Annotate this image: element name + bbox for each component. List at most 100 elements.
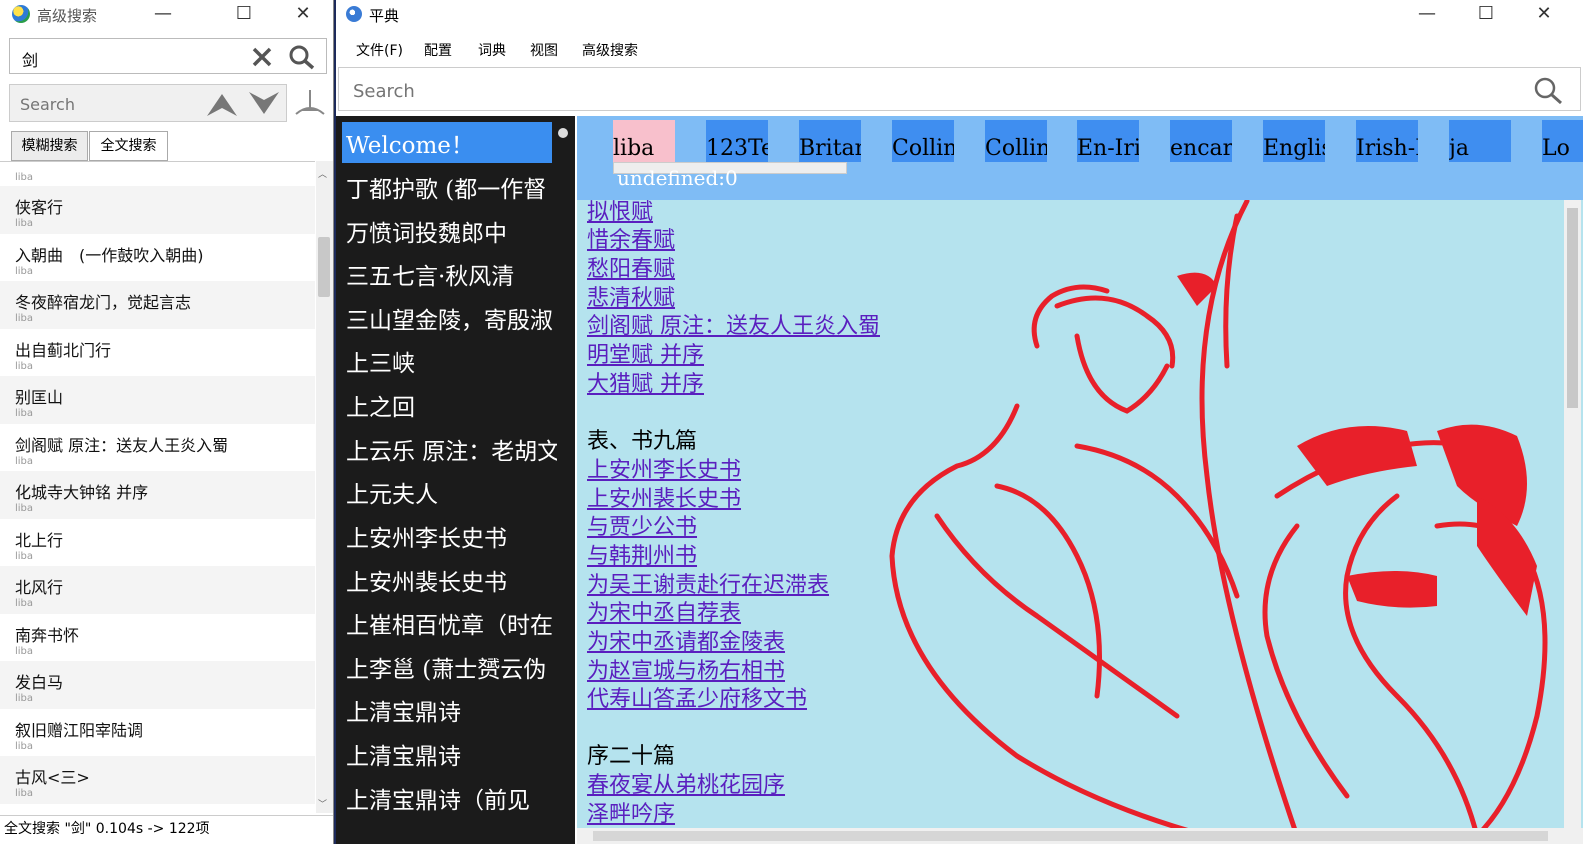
scrollbar-thumb[interactable]	[1567, 208, 1578, 408]
list-item[interactable]: 入朝曲 (一作鼓吹入朝曲) liba	[0, 234, 315, 282]
word-item[interactable]: 上三峡	[346, 344, 415, 378]
dict-tab[interactable]: Collin	[985, 120, 1047, 162]
keyword-search-box[interactable]: 剑	[9, 38, 327, 74]
main-search-input[interactable]	[351, 78, 1455, 104]
dict-tab[interactable]: Lo	[1542, 120, 1583, 162]
dict-tab[interactable]: Collin	[892, 120, 954, 162]
close-icon[interactable]: ✕	[280, 0, 326, 30]
maximize-icon[interactable]: ☐	[1463, 0, 1509, 30]
content-link[interactable]: 惜余春赋	[587, 222, 675, 254]
dict-tab[interactable]: ja	[1449, 120, 1511, 162]
word-item[interactable]: 上元夫人	[346, 475, 438, 509]
word-item[interactable]: 上之回	[346, 388, 415, 422]
list-item[interactable]: 冬夜醉宿龙门，觉起言志 liba	[0, 281, 315, 329]
content-link[interactable]: 剑阁赋 原注：送友人王炎入蜀	[587, 308, 880, 340]
word-item[interactable]: 上安州李长史书	[346, 519, 507, 553]
menu-config[interactable]: 配置	[424, 40, 452, 60]
app-globe-icon	[346, 6, 362, 22]
content-horizontal-scrollbar[interactable]	[577, 828, 1583, 844]
dict-tab[interactable]: Irish-E	[1356, 120, 1418, 162]
content-link[interactable]: 为宋中丞自荐表	[587, 595, 741, 627]
minimize-icon[interactable]: —	[140, 0, 186, 30]
word-item[interactable]: 上云乐 原注：老胡文	[346, 432, 560, 466]
list-item[interactable]: 叙旧赠江阳宰陆调 liba	[0, 709, 315, 757]
word-item[interactable]: 上安州裴长史书	[346, 563, 507, 597]
tab-status-text: undefined:0	[617, 166, 738, 190]
main-window-title: 平典	[369, 7, 400, 25]
clear-icon[interactable]	[252, 47, 272, 67]
content-link[interactable]: 与韩荆州书	[587, 538, 697, 570]
content-vertical-scrollbar[interactable]	[1564, 200, 1581, 830]
arrow-down-icon[interactable]	[246, 89, 282, 119]
word-item[interactable]: 丁都护歌 (都一作督	[346, 170, 546, 204]
result-list-scrollbar[interactable]: ︿ ﹀	[316, 161, 333, 813]
maximize-icon[interactable]: ☐	[221, 0, 267, 30]
result-title: 发白马	[15, 673, 64, 692]
content-link[interactable]: 代寿山答孟少府移文书	[587, 681, 807, 713]
menu-dictionary[interactable]: 词典	[478, 40, 506, 60]
keyword-search-input[interactable]: 剑	[22, 47, 38, 71]
close-icon[interactable]: ✕	[1521, 0, 1567, 30]
main-search-box[interactable]	[338, 67, 1581, 111]
word-item[interactable]: 上崔相百忧章（时在	[346, 606, 553, 640]
word-item[interactable]: 上清宝鼎诗	[346, 737, 461, 771]
scrollbar-thumb[interactable]	[558, 128, 568, 138]
content-link[interactable]: 泽畔吟序	[587, 796, 675, 828]
list-item[interactable]: 化城寺大钟铭 并序 liba	[0, 471, 315, 519]
dict-tab[interactable]: 123Te	[706, 120, 768, 162]
result-filter-input[interactable]	[18, 91, 202, 117]
menu-file[interactable]: 文件(F)	[356, 40, 403, 60]
arrow-up-icon[interactable]	[204, 89, 240, 119]
word-item[interactable]: 上清宝鼎诗	[346, 693, 461, 727]
list-item[interactable]: 南奔书怀 liba	[0, 614, 315, 662]
advanced-search-window: 高级搜索 — ☐ ✕ 剑 模糊搜索 全文搜索 liba 侠客行 li	[0, 0, 334, 844]
word-list-scrollbar[interactable]	[557, 120, 569, 840]
word-item[interactable]: 三山望金陵，寄殷淑	[346, 301, 553, 335]
list-item[interactable]: 古风<三> liba	[0, 756, 315, 804]
list-item[interactable]: liba	[0, 162, 315, 186]
tab-fulltext-search[interactable]: 全文搜索	[89, 131, 168, 161]
menu-view[interactable]: 视图	[530, 40, 558, 60]
dict-tab[interactable]: Englis	[1263, 120, 1325, 162]
list-item[interactable]: 侠客行 liba	[0, 186, 315, 234]
result-source: liba	[15, 408, 34, 419]
scrollbar-thumb[interactable]	[318, 237, 330, 297]
menu-advanced-search[interactable]: 高级搜索	[582, 40, 638, 60]
minimize-icon[interactable]: —	[1404, 0, 1450, 30]
list-item[interactable]: 出自蓟北门行 liba	[0, 329, 315, 377]
word-item[interactable]: 上清宝鼎诗（前见	[346, 781, 530, 815]
word-item[interactable]: 三五七言·秋风清	[346, 257, 514, 291]
word-item[interactable]: 上李邕 (萧士赟云伪	[346, 650, 546, 684]
list-item[interactable]: 发白马 liba	[0, 661, 315, 709]
list-item[interactable]: 别匡山 liba	[0, 376, 315, 424]
list-item[interactable]: 北上行 liba	[0, 519, 315, 567]
content-link[interactable]: 上安州李长史书	[587, 452, 741, 484]
search-icon[interactable]	[288, 44, 316, 70]
content-link[interactable]: 明堂赋 并序	[587, 337, 704, 369]
scrollbar-thumb[interactable]	[593, 831, 1548, 841]
tab-fuzzy-search[interactable]: 模糊搜索	[11, 131, 88, 161]
list-item[interactable]: 剑阁赋 原注：送友人王炎入蜀 liba	[0, 424, 315, 472]
word-item[interactable]: 万愤词投魏郎中	[346, 214, 507, 248]
dict-tab-liba[interactable]: liba	[613, 120, 675, 162]
content-link[interactable]: 愁阳春赋	[587, 251, 675, 283]
result-filter-box[interactable]	[9, 84, 287, 122]
result-source: liba	[15, 313, 34, 324]
content-link[interactable]: 为宋中丞请都金陵表	[587, 624, 785, 656]
dict-tab[interactable]: En-Iris	[1077, 120, 1139, 162]
scroll-up-icon[interactable]: ︿	[318, 167, 327, 180]
dict-tab[interactable]: Britan	[799, 120, 861, 162]
search-icon[interactable]	[1533, 76, 1563, 104]
content-link[interactable]: 与贾少公书	[587, 509, 697, 541]
scroll-down-icon[interactable]: ﹀	[318, 797, 327, 810]
menu-bar: 文件(F) 配置 词典 视图 高级搜索	[336, 34, 1583, 62]
content-link[interactable]: 大猎赋 并序	[587, 366, 704, 398]
list-item[interactable]: 北风行 liba	[0, 566, 315, 614]
content-link[interactable]: 春夜宴从弟桃花园序	[587, 767, 785, 799]
pin-icon[interactable]	[294, 88, 326, 118]
result-source: liba	[15, 218, 34, 229]
dict-tab[interactable]: encart	[1170, 120, 1232, 162]
word-item[interactable]: Welcome！	[346, 126, 474, 160]
section-heading: 序二十篇	[587, 744, 676, 769]
result-title: 北上行	[15, 530, 64, 550]
